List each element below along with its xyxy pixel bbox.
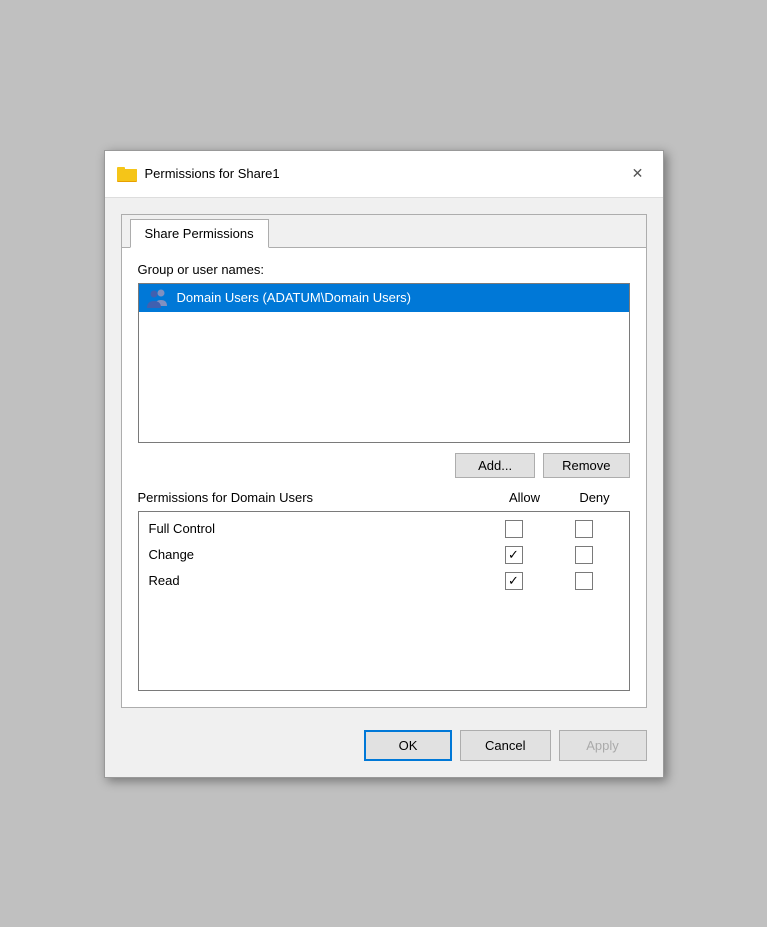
- perm-allow-change: [479, 546, 549, 564]
- user-item-label: Domain Users (ADATUM\Domain Users): [177, 290, 412, 305]
- folder-icon: [117, 164, 137, 184]
- remove-button[interactable]: Remove: [543, 453, 629, 478]
- permissions-section-label: Permissions for Domain Users: [138, 490, 490, 505]
- checkbox-full-control-allow[interactable]: [505, 520, 523, 538]
- title-bar-left: Permissions for Share1: [117, 164, 280, 184]
- perm-name-change: Change: [149, 547, 479, 562]
- cancel-button[interactable]: Cancel: [460, 730, 550, 761]
- checkbox-full-control-deny[interactable]: [575, 520, 593, 538]
- permissions-deny-header: Deny: [560, 490, 630, 505]
- tab-content: Group or user names: Domain Users (ADAT: [122, 248, 646, 707]
- add-remove-row: Add... Remove: [138, 453, 630, 478]
- checkbox-change-deny[interactable]: [575, 546, 593, 564]
- perm-name-full-control: Full Control: [149, 521, 479, 536]
- permissions-dialog: Permissions for Share1 ✕ Share Permissio…: [104, 150, 664, 778]
- tab-share-permissions[interactable]: Share Permissions: [130, 219, 269, 248]
- close-button[interactable]: ✕: [625, 161, 651, 187]
- perm-allow-read: [479, 572, 549, 590]
- perm-deny-change: [549, 546, 619, 564]
- dialog-title: Permissions for Share1: [145, 166, 280, 181]
- checkbox-change-allow[interactable]: [505, 546, 523, 564]
- tab-container: Share Permissions Group or user names:: [121, 214, 647, 708]
- perm-deny-read: [549, 572, 619, 590]
- tab-header: Share Permissions: [122, 215, 646, 248]
- dialog-footer: OK Cancel Apply: [105, 720, 663, 777]
- users-group-icon: [145, 288, 169, 308]
- perm-allow-full-control: [479, 520, 549, 538]
- permissions-header: Permissions for Domain Users Allow Deny: [138, 490, 630, 505]
- perm-deny-full-control: [549, 520, 619, 538]
- users-section-label: Group or user names:: [138, 262, 630, 277]
- ok-button[interactable]: OK: [364, 730, 452, 761]
- perm-name-read: Read: [149, 573, 479, 588]
- title-bar: Permissions for Share1 ✕: [105, 151, 663, 198]
- checkbox-read-deny[interactable]: [575, 572, 593, 590]
- permissions-table: Full Control Change: [138, 511, 630, 691]
- perm-row-change: Change: [149, 546, 619, 564]
- dialog-body: Share Permissions Group or user names:: [105, 198, 663, 720]
- checkbox-read-allow[interactable]: [505, 572, 523, 590]
- permissions-allow-header: Allow: [490, 490, 560, 505]
- user-item[interactable]: Domain Users (ADATUM\Domain Users): [139, 284, 629, 312]
- user-list[interactable]: Domain Users (ADATUM\Domain Users): [138, 283, 630, 443]
- perm-row-full-control: Full Control: [149, 520, 619, 538]
- apply-button: Apply: [559, 730, 647, 761]
- perm-row-read: Read: [149, 572, 619, 590]
- add-button[interactable]: Add...: [455, 453, 535, 478]
